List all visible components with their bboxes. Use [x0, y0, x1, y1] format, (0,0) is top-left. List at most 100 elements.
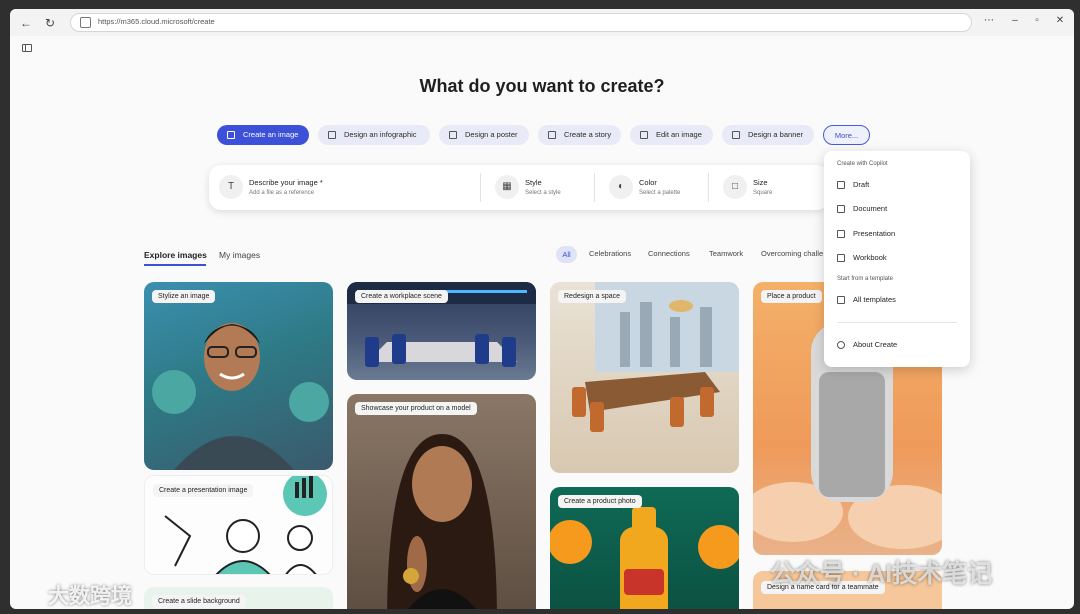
image-icon	[227, 131, 235, 139]
close-icon[interactable]: ✕	[1053, 15, 1067, 26]
color-selector[interactable]: ◐ Color Select a palette	[599, 165, 709, 210]
menu-divider	[837, 322, 957, 323]
chip-label: Design a poster	[465, 130, 518, 139]
watermark-right: 公众号 · AI技术笔记	[770, 560, 993, 588]
chip-create-image[interactable]: Create an image	[217, 125, 309, 145]
powerpoint-icon	[837, 230, 845, 238]
browser-titlebar: ← ↻ https://m365.cloud.microsoft/create …	[10, 9, 1074, 36]
banner-icon	[732, 131, 740, 139]
chip-label: Design a banner	[748, 130, 804, 139]
infographic-icon	[328, 131, 336, 139]
back-arrow-icon[interactable]: ←	[18, 15, 34, 31]
menu-dots-icon[interactable]: ⋯	[982, 15, 996, 26]
menu-item-workbook[interactable]: Workbook	[837, 251, 957, 265]
maximize-icon[interactable]: ▫	[1030, 15, 1044, 26]
card-workplace-scene[interactable]: Create a workplace scene	[347, 282, 536, 380]
pen-icon	[837, 181, 845, 189]
prompt-bar: T Describe your image * Add a file as a …	[209, 165, 829, 210]
card-presentation-image[interactable]: Create a presentation image	[144, 475, 333, 575]
sidebar-toggle-icon[interactable]	[22, 44, 32, 52]
describe-label: Describe your image *	[249, 178, 323, 187]
card-badge: Create a slide background	[152, 595, 246, 608]
menu-item-all-templates[interactable]: All templates	[837, 293, 957, 307]
color-label: Color	[639, 178, 657, 187]
menu-item-label: Presentation	[853, 229, 896, 238]
style-selector[interactable]: ▦ Style Select a style	[485, 165, 595, 210]
card-badge: Place a product	[761, 290, 822, 303]
chip-label: Create a story	[564, 130, 612, 139]
address-bar[interactable]: https://m365.cloud.microsoft/create	[70, 13, 972, 32]
filter-all[interactable]: All	[556, 246, 577, 263]
style-sub: Select a style	[525, 190, 561, 196]
chip-label: Edit an image	[656, 130, 702, 139]
info-icon	[837, 341, 845, 349]
tab-underline	[144, 264, 206, 266]
portrait-illustration	[152, 323, 329, 470]
text-icon: T	[219, 175, 243, 199]
divider	[708, 173, 709, 202]
tab-explore-images[interactable]: Explore images	[144, 250, 207, 260]
describe-sub: Add a file as a reference	[249, 190, 315, 196]
tab-my-images[interactable]: My images	[219, 250, 260, 260]
menu-item-label: Draft	[853, 180, 870, 189]
dining-room-illustration	[572, 282, 739, 432]
size-sub: Square	[753, 190, 773, 196]
filter-overcoming-challenges[interactable]: Overcoming challe	[761, 249, 823, 258]
size-label: Size	[753, 178, 768, 187]
menu-item-document[interactable]: Document	[837, 202, 957, 216]
filter-teamwork[interactable]: Teamwork	[709, 249, 743, 258]
refresh-icon[interactable]: ↻	[42, 15, 58, 31]
card-badge: Create a workplace scene	[355, 290, 448, 303]
model-portrait-illustration	[387, 434, 497, 609]
browser-window: ← ↻ https://m365.cloud.microsoft/create …	[10, 9, 1074, 609]
menu-item-about-create[interactable]: About Create	[837, 338, 957, 352]
chip-label: Create an image	[243, 130, 299, 139]
url-text: https://m365.cloud.microsoft/create	[98, 17, 215, 26]
divider	[594, 173, 595, 202]
site-info-icon[interactable]	[80, 17, 91, 28]
more-button[interactable]: More...	[823, 125, 870, 145]
size-selector[interactable]: □ Size Square	[713, 165, 823, 210]
menu-section-template: Start from a template	[837, 276, 894, 282]
describe-image-input[interactable]: T Describe your image * Add a file as a …	[209, 165, 481, 210]
chip-create-story[interactable]: Create a story	[538, 125, 621, 145]
card-badge: Stylize an image	[152, 290, 216, 303]
chip-design-poster[interactable]: Design a poster	[439, 125, 529, 145]
card-badge: Create a product photo	[558, 495, 642, 508]
palette-icon: ◐	[609, 175, 633, 199]
more-menu: Create with Copilot Draft Document Prese…	[824, 151, 970, 367]
page-title: What do you want to create?	[419, 76, 665, 96]
menu-item-label: Document	[853, 204, 888, 213]
filter-connections[interactable]: Connections	[648, 249, 690, 258]
style-label: Style	[525, 178, 542, 187]
card-stylize-image[interactable]: Stylize an image	[144, 282, 333, 470]
chip-label: Design an infographic	[344, 130, 417, 139]
excel-icon	[837, 254, 845, 262]
chip-design-infographic[interactable]: Design an infographic	[318, 125, 430, 145]
minimize-icon[interactable]: –	[1008, 15, 1022, 26]
card-badge: Create a presentation image	[153, 484, 254, 497]
chip-design-banner[interactable]: Design a banner	[722, 125, 814, 145]
style-icon: ▦	[495, 175, 519, 199]
card-redesign-space[interactable]: Redesign a space	[550, 282, 739, 473]
card-product-photo[interactable]: Create a product photo	[550, 487, 739, 609]
chip-edit-image[interactable]: Edit an image	[630, 125, 713, 145]
menu-item-label: All templates	[853, 295, 896, 304]
filter-celebrations[interactable]: Celebrations	[589, 249, 631, 258]
story-icon	[548, 131, 556, 139]
menu-item-presentation[interactable]: Presentation	[837, 227, 957, 241]
size-icon: □	[723, 175, 747, 199]
card-slide-background[interactable]: Create a slide background	[144, 587, 333, 609]
card-product-model[interactable]: Showcase your product on a model	[347, 394, 536, 609]
watermark-left: 大数跨境	[48, 585, 132, 608]
menu-section-copilot: Create with Copilot	[837, 161, 888, 167]
menu-item-label: Workbook	[853, 253, 887, 262]
color-sub: Select a palette	[639, 190, 681, 196]
word-icon	[837, 205, 845, 213]
poster-icon	[449, 131, 457, 139]
menu-item-label: About Create	[853, 340, 898, 349]
divider	[480, 173, 481, 202]
menu-item-draft[interactable]: Draft	[837, 178, 957, 192]
card-badge: Showcase your product on a model	[355, 402, 477, 415]
edit-image-icon	[640, 131, 648, 139]
